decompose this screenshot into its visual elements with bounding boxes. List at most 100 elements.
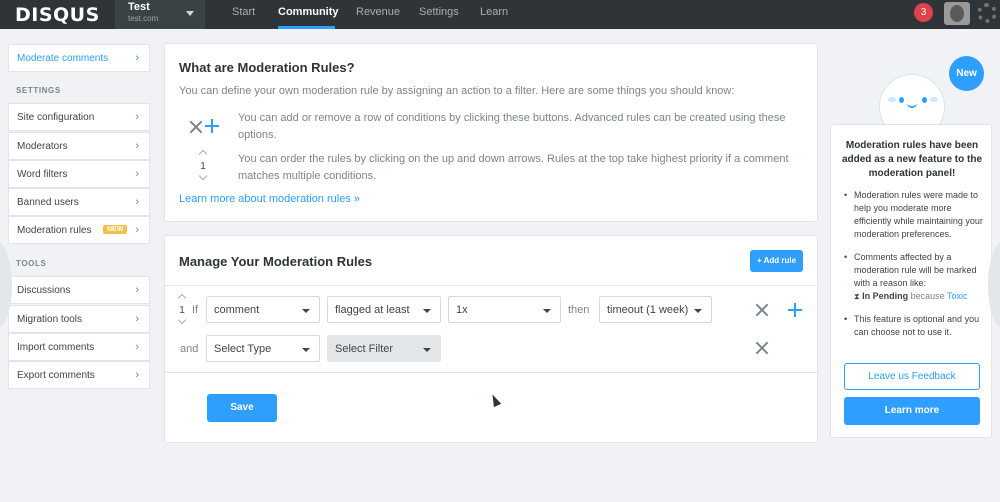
sidebar-item-label: Banned users <box>17 197 79 208</box>
sidebar-settings-header: SETTINGS <box>16 86 61 95</box>
arrow-up-icon <box>198 149 208 159</box>
save-button[interactable]: Save <box>207 394 277 422</box>
rule-then-label: then <box>568 304 590 316</box>
order-number: 1 <box>200 161 206 172</box>
chevron-right-icon: › <box>135 52 139 64</box>
sidebar-item-site-configuration[interactable]: Site configuration › <box>8 103 150 131</box>
new-feature-bubble: New <box>949 56 984 91</box>
avatar[interactable] <box>944 2 970 25</box>
sidebar-item-moderators[interactable]: Moderators › <box>8 132 150 160</box>
select-value: 1x <box>456 304 468 316</box>
count-select[interactable]: 1x <box>448 296 561 323</box>
active-tab-indicator <box>278 26 335 29</box>
arrow-down-icon <box>198 171 208 181</box>
manage-rules-title: Manage Your Moderation Rules <box>179 254 373 269</box>
list-item: Comments affected by a moderation rule w… <box>843 251 983 303</box>
select-value: comment <box>214 304 260 316</box>
filter-select[interactable]: Select Filter <box>327 335 441 362</box>
select-value: Select Type <box>214 343 272 355</box>
add-rule-button[interactable]: + Add rule <box>750 250 803 272</box>
sidebar-item-import-comments[interactable]: Import comments › <box>8 333 150 361</box>
gear-icon[interactable] <box>977 3 997 23</box>
chevron-right-icon: › <box>135 284 139 296</box>
learn-more-button[interactable]: Learn more <box>844 397 980 425</box>
select-value: Select Filter <box>335 343 394 355</box>
new-badge: NEW <box>103 225 128 234</box>
sidebar-item-label: Import comments <box>17 342 95 353</box>
sidebar-item-export-comments[interactable]: Export comments › <box>8 361 150 389</box>
site-switcher[interactable]: Test test.com <box>115 0 205 29</box>
sidebar-item-banned-users[interactable]: Banned users › <box>8 188 150 216</box>
type-select[interactable]: Select Type <box>206 335 320 362</box>
select-value: timeout (1 week) <box>607 304 689 316</box>
site-name: Test <box>128 1 150 13</box>
announcement-bullets: Moderation rules were made to help you m… <box>843 189 983 349</box>
hourglass-icon: ⧗ <box>854 292 860 301</box>
chevron-right-icon: › <box>135 224 139 236</box>
tab-community[interactable]: Community <box>278 6 339 18</box>
tab-learn[interactable]: Learn <box>480 6 508 18</box>
sidebar-item-discussions[interactable]: Discussions › <box>8 276 150 304</box>
tab-settings[interactable]: Settings <box>419 6 459 18</box>
tab-start[interactable]: Start <box>232 6 255 18</box>
sidebar-tools-header: TOOLS <box>16 259 47 268</box>
sidebar-item-migration-tools[interactable]: Migration tools › <box>8 305 150 333</box>
plus-icon <box>205 119 219 133</box>
caret-down-icon <box>543 309 551 313</box>
learn-more-rules-link[interactable]: Learn more about moderation rules » <box>179 193 360 205</box>
tab-revenue[interactable]: Revenue <box>356 6 400 18</box>
chevron-right-icon: › <box>135 168 139 180</box>
rule-and-label: and <box>180 343 199 355</box>
disqus-logo[interactable]: DISQUS <box>15 4 100 26</box>
announcement-heading: Moderation rules have been added as a ne… <box>841 140 983 179</box>
rule-order-number: 1 <box>179 305 185 316</box>
chevron-right-icon: › <box>135 341 139 353</box>
sidebar-item-label: Moderators <box>17 141 68 152</box>
site-url: test.com <box>128 14 159 23</box>
top-navbar: DISQUS Test test.com Start Community Rev… <box>0 0 1000 29</box>
sidebar-item-label: Migration tools <box>17 314 83 325</box>
sidebar-item-label: Export comments <box>17 370 95 381</box>
because-label: because <box>910 291 945 301</box>
caret-down-icon <box>302 348 310 352</box>
bullet-text: Comments affected by a moderation rule w… <box>854 252 977 288</box>
add-row-icon[interactable] <box>788 303 802 317</box>
sidebar-item-moderation-rules[interactable]: Moderation rules NEW › <box>8 216 150 244</box>
sidebar-item-label: Moderation rules <box>17 225 92 236</box>
close-icon <box>189 120 203 134</box>
reason-label: Toxic <box>947 291 968 301</box>
list-item: Moderation rules were made to help you m… <box>843 189 983 241</box>
arrow-up-icon[interactable] <box>177 293 187 303</box>
info-tip-add-remove: You can add or remove a row of condition… <box>238 112 786 141</box>
chevron-right-icon: › <box>135 140 139 152</box>
status-label: In Pending <box>862 291 909 301</box>
condition-select[interactable]: flagged at least <box>327 296 441 323</box>
info-intro-text: You can define your own moderation rule … <box>179 85 735 97</box>
chevron-right-icon: › <box>135 196 139 208</box>
subject-select[interactable]: comment <box>206 296 320 323</box>
sidebar-item-label: Site configuration <box>17 112 95 123</box>
remove-row-icon[interactable] <box>755 303 769 317</box>
chevron-right-icon: › <box>135 111 139 123</box>
notification-badge[interactable]: 3 <box>914 3 933 22</box>
info-tip-ordering: You can order the rules by clicking on t… <box>238 153 789 182</box>
action-select[interactable]: timeout (1 week) <box>599 296 712 323</box>
rule-order-control[interactable]: 1 <box>176 293 188 325</box>
sidebar-item-moderate-comments[interactable]: Moderate comments › <box>8 44 150 72</box>
sidebar-item-word-filters[interactable]: Word filters › <box>8 160 150 188</box>
caret-down-icon <box>423 309 431 313</box>
leave-feedback-button[interactable]: Leave us Feedback <box>844 363 980 390</box>
sidebar-item-label: Moderate comments <box>17 53 109 64</box>
caret-down-icon <box>302 309 310 313</box>
info-card-title: What are Moderation Rules? <box>179 60 355 75</box>
sort-order-icon: 1 <box>197 149 209 181</box>
list-item: This feature is optional and you can cho… <box>843 313 983 339</box>
feature-announcement-panel: Moderation rules have been added as a ne… <box>830 124 992 438</box>
rule-if-label: If <box>192 304 199 316</box>
caret-down-icon <box>423 348 431 352</box>
remove-row-icon[interactable] <box>755 341 769 355</box>
select-value: flagged at least <box>335 304 410 316</box>
caret-down-icon <box>694 309 702 313</box>
arrow-down-icon[interactable] <box>177 315 187 325</box>
chevron-right-icon: › <box>135 313 139 325</box>
